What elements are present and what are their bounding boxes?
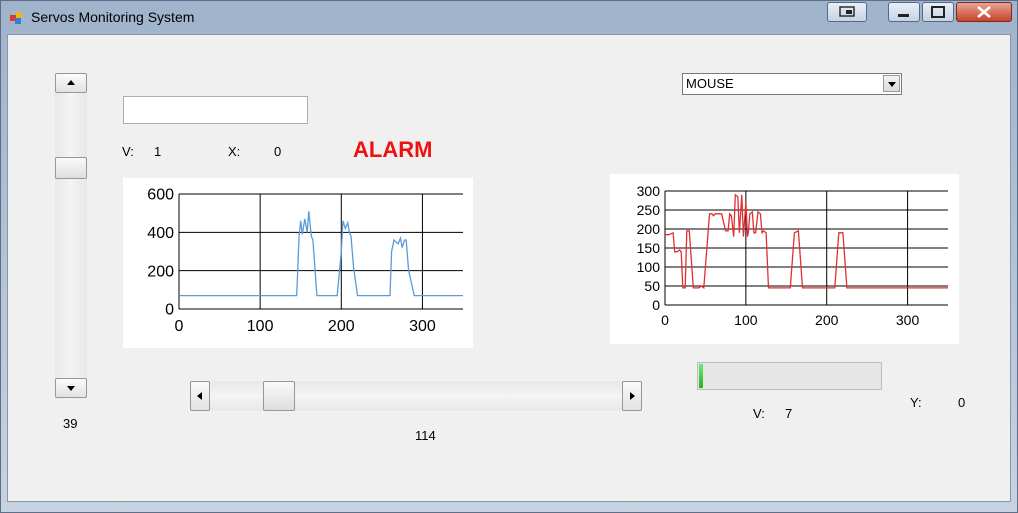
x-value: 0 [274,144,282,159]
right-v-label: V: [753,406,765,421]
y-tick-label: 0 [652,297,660,313]
x-tick-label: 200 [815,312,839,328]
close-icon [977,6,991,18]
vertical-scrollbar[interactable] [55,73,87,399]
left-textbox[interactable] [123,96,308,124]
minimize-icon [898,14,909,17]
series-line [179,211,463,297]
x-tick-label: 100 [247,318,274,335]
window-title: Servos Monitoring System [31,9,195,25]
app-icon [10,12,22,24]
series-line [665,193,948,290]
close-button[interactable] [956,2,1012,22]
left-v-value: 1 [154,144,162,159]
y-tick-label: 50 [644,278,660,294]
extra-window-button[interactable] [827,2,867,22]
x-tick-label: 300 [409,318,436,335]
horizontal-scrollbar[interactable] [190,381,642,411]
y-tick-label: 150 [637,240,661,256]
device-select-value: MOUSE [686,76,734,91]
app-window: Servos Monitoring System 39 V: 1 X: 0 AL… [0,0,1018,513]
vertical-scroll-thumb[interactable] [55,157,87,179]
arrow-down-icon [67,386,75,391]
y-tick-label: 600 [147,187,174,204]
vertical-scroll-value: 39 [63,416,78,431]
y-tick-label: 100 [637,259,661,275]
alarm-indicator: ALARM [353,137,433,162]
left-chart: 0 200 400 600 0 100 200 300 [123,178,473,348]
x-tick-label: 300 [896,312,920,328]
y-tick-label: 200 [147,263,174,280]
horizontal-scroll-value: 114 [415,428,436,443]
title-bar[interactable]: Servos Monitoring System [1,1,1017,33]
y-value: 0 [958,395,966,410]
right-v-value: 7 [785,406,793,421]
y-label: Y: [910,395,922,410]
maximize-icon [931,6,945,18]
y-tick-label: 0 [165,302,174,319]
scroll-left-button[interactable] [190,381,210,411]
left-v-label: V: [122,144,134,159]
arrow-left-icon [197,392,202,400]
right-chart: 0 50 100 150 200 250 300 0 100 200 300 [610,174,959,344]
restore-layout-icon [839,6,855,17]
device-select[interactable]: MOUSE [682,73,902,95]
scroll-up-button[interactable] [55,73,87,93]
progress-bar [697,362,882,390]
arrow-up-icon [67,80,75,85]
x-label: X: [228,144,241,159]
maximize-button[interactable] [922,2,954,22]
y-tick-label: 200 [637,221,661,237]
y-tick-label: 400 [147,225,174,242]
y-tick-label: 300 [637,183,661,199]
y-tick-label: 250 [637,202,661,218]
minimize-button[interactable] [888,2,920,22]
x-tick-label: 0 [175,318,184,335]
scroll-down-button[interactable] [55,378,87,398]
arrow-right-icon [630,392,635,400]
x-tick-label: 100 [734,312,758,328]
x-tick-label: 200 [328,318,355,335]
x-tick-label: 0 [661,312,669,328]
horizontal-scroll-thumb[interactable] [263,381,295,411]
chevron-down-icon[interactable] [883,75,900,92]
scroll-right-button[interactable] [622,381,642,411]
progress-fill [699,364,703,388]
